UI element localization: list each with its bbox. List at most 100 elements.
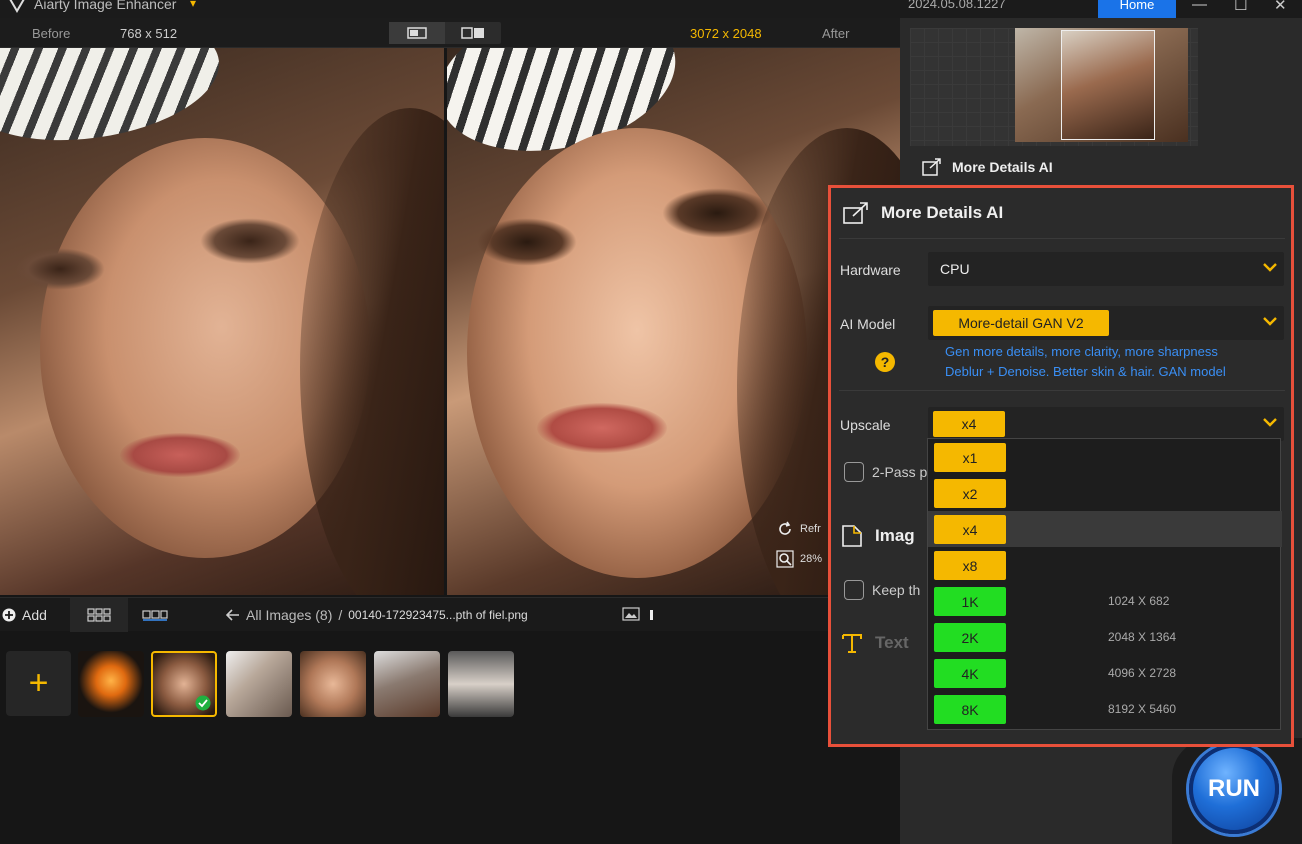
chevron-down-icon [1263,317,1277,326]
hardware-value: CPU [940,261,970,277]
option-resolution: 2048 X 1364 [1108,630,1177,644]
strip-view-button[interactable] [130,598,180,632]
refresh-label: Refr [800,523,821,535]
breadcrumb-filename: 00140-172923475...pth of fiel.png [348,608,528,622]
add-image-button[interactable]: + [6,651,71,716]
option-resolution: 8192 X 5460 [1108,702,1177,716]
thumbnail-size-slider[interactable] [622,606,822,624]
compare-bar: Before 768 x 512 3072 x 2048 After [0,18,900,48]
title-chevron-down-icon[interactable]: ▾ [190,0,196,10]
thumbnail-strip: + [0,640,900,740]
upscale-option[interactable]: x8 [928,547,1282,583]
app-logo-icon [9,0,25,13]
single-view-icon [407,27,427,39]
option-tag: x2 [934,479,1006,508]
option-resolution: 1024 X 682 [1108,594,1170,608]
model-description-line2: Deblur + Denoise. Better skin & hair. GA… [945,364,1226,379]
close-icon[interactable]: ✕ [1274,0,1287,14]
maximize-icon[interactable]: ☐ [1234,0,1247,14]
ai-model-select[interactable]: More-detail GAN V2 [928,306,1284,340]
more-details-panel: More Details AI Hardware CPU AI Model Mo… [828,185,1294,747]
option-tag: x1 [934,443,1006,472]
chevron-down-icon [1263,263,1277,272]
zoom-label: 28% [800,553,823,565]
upscale-label: Upscale [840,417,891,433]
single-view-button[interactable] [389,22,445,44]
plus-circle-icon [2,608,16,622]
hardware-select[interactable]: CPU [928,252,1284,286]
thumbnail-5[interactable] [374,651,440,717]
run-button[interactable]: RUN [1189,744,1279,834]
home-button[interactable]: Home [1098,0,1176,18]
more-details-section-header: More Details AI [922,158,1053,176]
add-button[interactable]: Add [2,607,47,623]
hardware-label: Hardware [840,262,901,278]
divider [839,238,1285,239]
split-view-icon [461,27,484,39]
upscale-option[interactable]: 1K 1024 X 682 [928,583,1282,619]
refresh-button[interactable]: Refr [776,520,822,538]
add-label: Add [22,607,47,623]
back-arrow-icon[interactable] [226,609,240,621]
before-resolution: 768 x 512 [120,26,178,41]
upscale-select[interactable]: x4 [928,407,1284,441]
before-label: Before [32,26,71,41]
keep-checkbox[interactable] [844,580,864,600]
upscale-option[interactable]: 8K 8192 X 5460 [928,691,1282,727]
help-icon[interactable]: ? [875,352,895,372]
filmstrip-icon [142,610,168,621]
upscale-dropdown: x1 x2 x4 x8 1K 1024 X 682 2K 2048 X 1364… [927,438,1282,730]
selected-check-icon [195,695,211,711]
text-section-header: Text [841,632,909,654]
thumbnail-2[interactable] [151,651,217,717]
zoom-icon [776,550,794,568]
minimize-icon[interactable]: — [1192,0,1207,13]
model-description-line1: Gen more details, more clarity, more sha… [945,344,1218,359]
option-resolution: 4096 X 2728 [1108,666,1177,680]
chevron-down-icon [1263,418,1277,427]
divider [839,390,1285,391]
grid-view-button[interactable] [70,598,128,632]
refresh-icon [779,521,791,535]
view-toggle [389,22,501,44]
split-view-button[interactable] [445,22,501,44]
version-label: 2024.05.08.1227 [908,0,1006,11]
option-tag: 4K [934,659,1006,688]
zoom-button[interactable]: 28% [776,550,822,568]
breadcrumb: All Images (8) / 00140-172923475...pth o… [226,607,528,623]
after-label: After [822,26,850,41]
option-tag: 8K [934,695,1006,724]
grid-icon [87,608,111,622]
breadcrumb-all-images[interactable]: All Images (8) [246,607,332,623]
image-section-header: Imag [841,524,915,548]
option-tag: x4 [934,515,1006,544]
thumbnail-4[interactable] [300,651,366,717]
thumbnail-1[interactable] [78,651,144,717]
image-icon [622,607,640,621]
keep-label: Keep th [872,582,921,598]
after-resolution: 3072 x 2048 [690,26,762,41]
document-icon [842,525,862,547]
option-tag: 1K [934,587,1006,616]
preview-viewport-frame[interactable] [1061,30,1155,140]
section-label: More Details AI [952,159,1053,175]
enhance-icon [922,158,941,176]
thumbnail-3[interactable] [226,651,292,717]
thumbnail-6[interactable] [448,651,514,717]
text-section-label: Text [875,633,909,652]
ai-model-label: AI Model [840,316,896,332]
option-tag: x8 [934,551,1006,580]
text-icon [842,634,862,653]
two-pass-label: 2-Pass p [872,464,928,480]
upscale-option[interactable]: x1 [928,439,1282,475]
ai-model-value: More-detail GAN V2 [933,310,1109,336]
breadcrumb-separator: / [338,607,343,623]
two-pass-checkbox[interactable] [844,462,864,482]
upscale-option[interactable]: 2K 2048 X 1364 [928,619,1282,655]
panel-title-text: More Details AI [881,203,1004,222]
upscale-option[interactable]: 4K 4096 X 2728 [928,655,1282,691]
upscale-option[interactable]: x2 [928,475,1282,511]
title-bar: Aiarty Image Enhancer ▾ 2024.05.08.1227 … [0,0,1302,18]
upscale-option-selected[interactable]: x4 [928,511,1282,547]
slider-handle[interactable] [650,610,653,620]
